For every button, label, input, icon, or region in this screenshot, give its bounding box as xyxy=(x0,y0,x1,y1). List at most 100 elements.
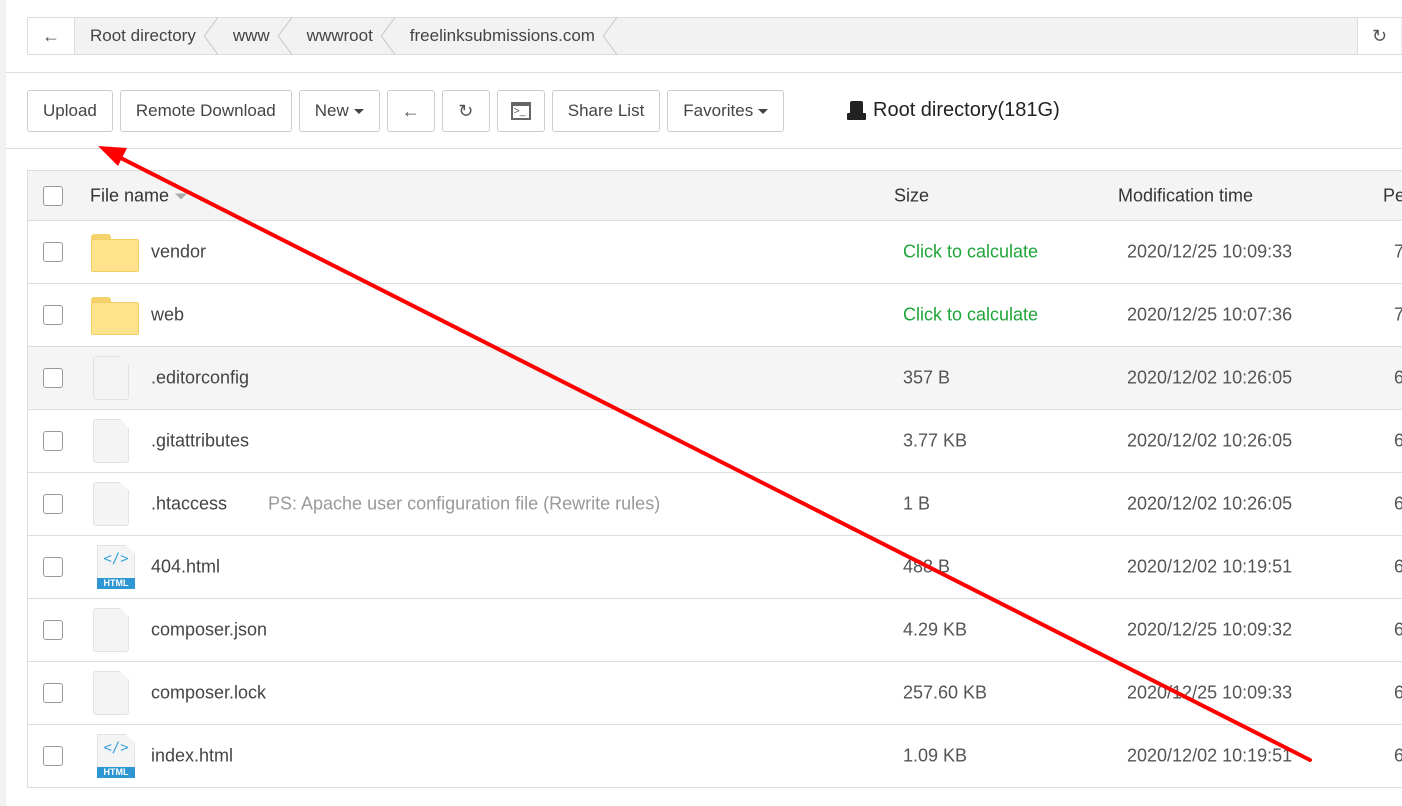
table-row[interactable]: .editorconfig 357 B 2020/12/02 10:26:05 6 xyxy=(28,346,1402,409)
permissions: 7 xyxy=(1394,304,1402,325)
breadcrumb-item[interactable]: www xyxy=(218,17,292,55)
calculate-size-link[interactable]: Click to calculate xyxy=(903,305,1038,326)
breadcrumb-item[interactable]: freelinksubmissions.com xyxy=(395,17,618,55)
favorites-dropdown-button[interactable]: Favorites xyxy=(667,90,785,132)
table-row[interactable]: vendor Click to calculate 2020/12/25 10:09… xyxy=(28,220,1402,283)
modification-time: 2020/12/02 10:19:51 xyxy=(1127,556,1293,577)
calculate-size-link[interactable]: Click to calculate xyxy=(903,242,1038,263)
modification-time: 2020/12/25 10:07:36 xyxy=(1127,304,1293,325)
disk-label: Root directory(181G) xyxy=(873,99,1060,121)
table-row[interactable]: web Click to calculate 2020/12/25 10:07:36… xyxy=(28,283,1402,346)
breadcrumb-item[interactable]: wwwroot xyxy=(292,17,395,55)
permissions: 6 xyxy=(1394,430,1402,451)
permissions: 6 xyxy=(1394,682,1402,703)
modification-time: 2020/12/02 10:26:05 xyxy=(1127,493,1293,514)
hard-drive-icon xyxy=(847,100,866,121)
table-row[interactable]: .htaccess PS: Apache user configuration f… xyxy=(28,472,1402,535)
back-arrow-icon: ← xyxy=(401,100,420,121)
permissions: 6 xyxy=(1394,367,1402,388)
row-checkbox[interactable] xyxy=(43,494,63,514)
table-row[interactable]: .gitattributes 3.77 KB 2020/12/02 10:26:05… xyxy=(28,409,1402,472)
file-name[interactable]: .htaccess xyxy=(151,494,227,515)
file-name[interactable]: composer.json xyxy=(151,620,267,641)
modification-time: 2020/12/25 10:09:33 xyxy=(1127,241,1293,262)
file-name[interactable]: index.html xyxy=(151,746,233,767)
permissions: 6 xyxy=(1394,493,1402,514)
row-checkbox[interactable] xyxy=(43,746,63,766)
refresh-button[interactable]: ↻ xyxy=(441,90,490,132)
caret-down-icon xyxy=(758,108,769,114)
left-edge xyxy=(0,0,6,806)
sort-down-icon xyxy=(175,193,188,200)
permissions: 6 xyxy=(1394,556,1402,577)
new-label: New xyxy=(314,101,349,120)
permissions: 7 xyxy=(1394,241,1402,262)
new-dropdown-button[interactable]: New xyxy=(298,90,380,132)
caret-down-icon xyxy=(353,108,364,114)
remote-download-button[interactable]: Remote Download xyxy=(119,90,292,132)
modification-time: 2020/12/25 10:09:33 xyxy=(1127,682,1293,703)
file-size: 488 B xyxy=(903,556,951,577)
breadcrumb: ← Root directory www wwwroot freelinksub… xyxy=(27,17,1402,55)
file-size: 357 B xyxy=(903,367,951,388)
column-size[interactable]: Size xyxy=(894,185,929,206)
file-name-header: File name xyxy=(90,185,170,205)
file-size: 3.77 KB xyxy=(903,430,968,451)
row-checkbox[interactable] xyxy=(43,368,63,388)
folder-icon xyxy=(91,297,139,335)
favorites-label: Favorites xyxy=(683,101,754,120)
row-checkbox[interactable] xyxy=(43,557,63,577)
row-checkbox[interactable] xyxy=(43,242,63,262)
back-arrow-icon[interactable]: ← xyxy=(28,18,75,54)
table-header: File name Size Modification time Pe xyxy=(28,171,1402,220)
disk-info[interactable]: Root directory(181G) xyxy=(847,99,1060,122)
file-icon xyxy=(93,356,129,400)
row-checkbox[interactable] xyxy=(43,683,63,703)
file-icon xyxy=(93,608,129,652)
html-file-icon: </> HTML xyxy=(97,545,135,589)
table-row[interactable]: </> HTML index.html 1.09 KB 2020/12/02 10:19… xyxy=(28,724,1402,787)
column-permissions[interactable]: Pe xyxy=(1383,185,1402,206)
share-list-button[interactable]: Share List xyxy=(551,90,661,132)
file-size: 1 B xyxy=(903,493,931,514)
folder-icon xyxy=(91,234,139,272)
file-name[interactable]: composer.lock xyxy=(151,683,266,704)
file-icon xyxy=(93,482,129,526)
file-table: File name Size Modification time Pe vend… xyxy=(27,170,1402,788)
breadcrumb-item[interactable]: Root directory xyxy=(75,17,218,55)
html-file-icon: </> HTML xyxy=(97,734,135,778)
divider xyxy=(6,72,1402,73)
refresh-icon: ↻ xyxy=(458,100,474,121)
divider xyxy=(6,148,1402,149)
modification-time: 2020/12/02 10:26:05 xyxy=(1127,367,1293,388)
modification-time: 2020/12/25 10:09:32 xyxy=(1127,619,1293,640)
file-name[interactable]: 404.html xyxy=(151,557,220,578)
permissions: 6 xyxy=(1394,745,1402,766)
file-icon xyxy=(93,671,129,715)
file-name[interactable]: .gitattributes xyxy=(151,431,249,452)
file-name[interactable]: web xyxy=(151,305,184,326)
table-row[interactable]: composer.json 4.29 KB 2020/12/25 10:09:32 6 xyxy=(28,598,1402,661)
modification-time: 2020/12/02 10:19:51 xyxy=(1127,745,1293,766)
column-file-name[interactable]: File name xyxy=(90,185,188,206)
file-size: 1.09 KB xyxy=(903,745,968,766)
file-name[interactable]: .editorconfig xyxy=(151,368,249,389)
row-checkbox[interactable] xyxy=(43,305,63,325)
row-checkbox[interactable] xyxy=(43,431,63,451)
table-row[interactable]: </> HTML 404.html 488 B 2020/12/02 10:19:51 6 xyxy=(28,535,1402,598)
modification-time: 2020/12/02 10:26:05 xyxy=(1127,430,1293,451)
file-note: PS: Apache user configuration file (Rewr… xyxy=(268,493,661,514)
file-icon xyxy=(93,419,129,463)
row-checkbox[interactable] xyxy=(43,620,63,640)
upload-button[interactable]: Upload xyxy=(27,90,113,132)
file-name[interactable]: vendor xyxy=(151,242,206,263)
file-size: 4.29 KB xyxy=(903,619,968,640)
refresh-icon[interactable]: ↻ xyxy=(1357,18,1401,54)
permissions: 6 xyxy=(1394,619,1402,640)
column-modification-time[interactable]: Modification time xyxy=(1118,185,1253,206)
table-row[interactable]: composer.lock 257.60 KB 2020/12/25 10:09:3… xyxy=(28,661,1402,724)
terminal-button[interactable]: >_ xyxy=(496,90,545,132)
back-button[interactable]: ← xyxy=(386,90,435,132)
select-all-checkbox[interactable] xyxy=(43,185,63,206)
file-size: 257.60 KB xyxy=(903,682,988,703)
